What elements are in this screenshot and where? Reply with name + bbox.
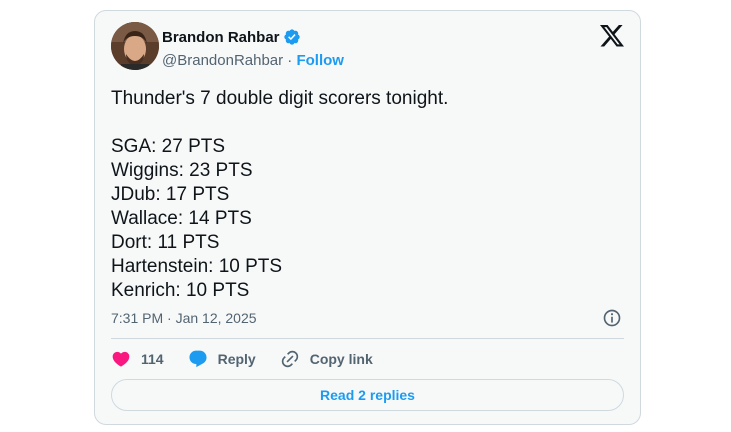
tweet-line: Wiggins: 23 PTS (111, 160, 253, 181)
author-display-name[interactable]: Brandon Rahbar (162, 29, 280, 46)
divider (111, 338, 624, 339)
tweet-actions: 114 Reply Copy link (111, 348, 397, 370)
avatar-photo (111, 22, 159, 70)
reply-bubble-icon (189, 350, 207, 368)
tweet-line: JDub: 17 PTS (111, 184, 230, 205)
verified-badge-icon (283, 29, 300, 45)
tweet-timestamp[interactable]: 7:31 PM · Jan 12, 2025 (111, 310, 257, 326)
tweet-text: Thunder's 7 double digit scorers tonight… (111, 87, 621, 303)
tweet-line: Thunder's 7 double digit scorers tonight… (111, 88, 449, 109)
copy-link-button[interactable]: Copy link (280, 349, 373, 369)
like-count: 114 (141, 351, 164, 367)
tweet-line: SGA: 27 PTS (111, 136, 226, 157)
tweet-line: Wallace: 14 PTS (111, 208, 252, 229)
avatar[interactable] (111, 22, 159, 70)
x-logo-icon[interactable] (600, 25, 624, 47)
author-handle[interactable]: @BrandonRahbar (162, 52, 283, 69)
tweet-embed-card: Brandon Rahbar @BrandonRahbar · Follow T… (94, 10, 641, 425)
handle-separator: · (283, 52, 297, 69)
reply-label: Reply (217, 351, 256, 367)
author-name-row: Brandon Rahbar (162, 28, 301, 46)
link-icon (281, 350, 298, 368)
tweet-line: Hartenstein: 10 PTS (111, 256, 283, 277)
tweet-line: Kenrich: 10 PTS (111, 280, 250, 301)
like-button[interactable]: 114 (111, 349, 164, 369)
info-icon[interactable] (602, 308, 622, 328)
follow-button[interactable]: Follow (296, 52, 344, 69)
read-replies-button[interactable]: Read 2 replies (111, 379, 624, 411)
heart-icon (112, 351, 130, 367)
reply-button[interactable]: Reply (188, 349, 256, 369)
author-handle-row: @BrandonRahbar · Follow (162, 52, 344, 69)
tweet-line: Dort: 11 PTS (111, 232, 220, 253)
copy-link-label: Copy link (309, 351, 373, 367)
